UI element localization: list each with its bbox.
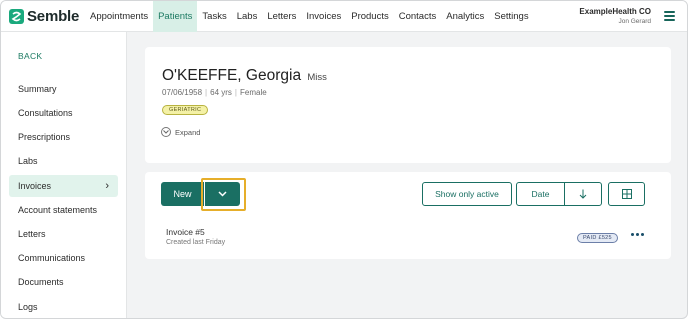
top-navbar: Semble Appointments Patients Tasks Labs … [1,1,687,32]
chevron-down-icon [161,127,171,137]
sidebar-item-communications[interactable]: Communications [9,247,118,269]
invoices-card: New Show only active Date Invoice #5 Cre… [145,172,671,259]
sort-direction-button[interactable] [564,182,602,206]
nav-invoices[interactable]: Invoices [301,1,346,32]
patient-name-text: O'KEEFFE, Georgia [162,67,302,84]
sort-by-date-button[interactable]: Date [516,182,565,206]
patient-header-card: O'KEEFFE, Georgia Miss 07/06/1958 | 64 yrs… [145,47,671,163]
new-invoice-button[interactable]: New [161,182,204,206]
back-link[interactable]: BACK [18,51,42,61]
show-only-active-button[interactable]: Show only active [422,182,512,206]
app-window: Semble Appointments Patients Tasks Labs … [0,0,688,319]
sidebar-item-documents[interactable]: Documents [9,271,118,293]
patient-age: 64 yrs [210,88,232,97]
hamburger-menu-icon[interactable] [664,11,675,21]
patient-title: Miss [307,72,327,83]
chevron-right-icon: › [105,180,109,192]
sidebar-item-account-statements[interactable]: Account statements [9,199,118,221]
logo-text: Semble [27,8,80,25]
expand-label: Expand [175,127,201,137]
more-options-icon[interactable] [631,233,644,236]
invoice-created: Created last Friday [166,239,226,246]
invoice-title[interactable]: Invoice #5 [166,227,205,237]
nav-letters[interactable]: Letters [262,1,301,32]
nav-settings[interactable]: Settings [489,1,533,32]
sidebar-item-labs[interactable]: Labs [9,150,118,172]
sidebar-item-summary[interactable]: Summary [9,78,118,100]
patient-sex: Female [240,88,267,97]
sidebar-item-logs[interactable]: Logs [9,296,118,318]
sidebar-item-prescriptions[interactable]: Prescriptions [9,126,118,148]
nav-contacts[interactable]: Contacts [394,1,442,32]
sidebar-item-letters[interactable]: Letters [9,223,118,245]
sidebar-item-invoices[interactable]: Invoices › [9,175,118,197]
patient-dob: 07/06/1958 [162,88,203,97]
paid-status-badge: PAID £525 [577,233,618,243]
focus-highlight [201,178,246,211]
patient-name: O'KEEFFE, Georgia Miss [162,67,327,85]
expand-button[interactable]: Expand [161,127,200,137]
user-name: Jon Gerard [618,18,651,25]
patient-tag-badge: GERIATRIC [162,105,209,115]
sidebar-item-label: Invoices [18,181,52,191]
nav-appointments[interactable]: Appointments [85,1,153,32]
nav-products[interactable]: Products [346,1,394,32]
nav-tasks[interactable]: Tasks [197,1,231,32]
grid-view-button[interactable] [608,182,645,206]
arrow-down-icon [579,189,587,199]
semble-logo[interactable]: Semble [9,8,79,25]
nav-patients[interactable]: Patients [153,1,198,32]
patient-details: 07/06/1958 | 64 yrs | Female [162,88,267,97]
account-switcher[interactable]: ExampleHealth CO Jon Gerard [579,7,651,25]
nav-analytics[interactable]: Analytics [441,1,489,32]
nav-labs[interactable]: Labs [232,1,263,32]
logo-icon [9,9,24,24]
org-name: ExampleHealth CO [579,7,651,16]
patient-sidebar: BACK Summary Consultations Prescriptions… [1,32,127,318]
grid-icon [621,189,632,199]
sidebar-item-consultations[interactable]: Consultations [9,102,118,124]
main-nav: Appointments Patients Tasks Labs Letters… [85,1,534,32]
